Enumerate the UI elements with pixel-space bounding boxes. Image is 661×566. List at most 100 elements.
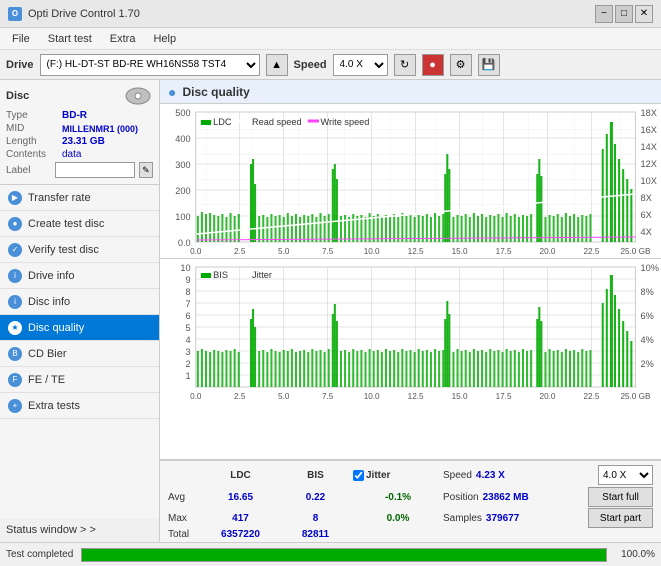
menu-help[interactable]: Help xyxy=(145,31,184,47)
svg-text:25.0 GB: 25.0 GB xyxy=(620,392,650,401)
speed-label: Speed xyxy=(294,59,327,71)
svg-text:15.0: 15.0 xyxy=(452,247,468,256)
menu-extra[interactable]: Extra xyxy=(102,31,144,47)
create-test-disc-icon: ● xyxy=(8,217,22,231)
svg-text:Jitter: Jitter xyxy=(252,270,272,280)
svg-text:10%: 10% xyxy=(641,263,659,273)
length-label: Length xyxy=(6,136,58,147)
label-input[interactable] xyxy=(55,162,135,178)
disc-quality-header-icon: ● xyxy=(168,84,176,100)
status-text: Test completed xyxy=(6,549,73,560)
disc-info-icon: i xyxy=(8,295,22,309)
svg-text:22.5: 22.5 xyxy=(584,392,600,401)
length-value: 23.31 GB xyxy=(62,136,105,147)
svg-text:22.5: 22.5 xyxy=(584,247,600,256)
sidebar-item-extra-tests[interactable]: + Extra tests xyxy=(0,393,159,419)
jitter-header: Jitter xyxy=(353,470,443,481)
bis-chart-svg: 10 9 8 7 6 5 4 3 2 1 10% 8% 6% 4% 2% xyxy=(160,259,661,404)
svg-text:8: 8 xyxy=(186,287,191,297)
sidebar-item-verify-test-disc[interactable]: ✓ Verify test disc xyxy=(0,237,159,263)
start-part-button[interactable]: Start part xyxy=(588,508,653,528)
svg-text:7.5: 7.5 xyxy=(322,392,334,401)
svg-text:2%: 2% xyxy=(641,359,654,369)
titlebar: O Opti Drive Control 1.70 − □ ✕ xyxy=(0,0,661,28)
sidebar-item-create-test-disc[interactable]: ● Create test disc xyxy=(0,211,159,237)
label-edit-button[interactable]: ✎ xyxy=(139,162,153,178)
save-button[interactable]: 💾 xyxy=(478,54,500,76)
svg-text:1: 1 xyxy=(186,371,191,381)
position-label: Position xyxy=(443,492,479,503)
content-title: Disc quality xyxy=(182,85,249,99)
fe-te-icon: F xyxy=(8,373,22,387)
max-jitter: 0.0% xyxy=(353,513,443,524)
verify-test-disc-icon: ✓ xyxy=(8,243,22,257)
drive-select[interactable]: (F:) HL-DT-ST BD-RE WH16NS58 TST4 xyxy=(40,54,260,76)
svg-text:12.5: 12.5 xyxy=(408,247,424,256)
ldc-col-header: LDC xyxy=(203,470,278,481)
svg-text:Read speed: Read speed xyxy=(252,117,302,127)
sidebar-item-transfer-rate[interactable]: ▶ Transfer rate xyxy=(0,185,159,211)
progress-bar-fill xyxy=(82,549,606,561)
disc-quality-icon: ★ xyxy=(8,321,22,335)
status-window-button[interactable]: Status window > > xyxy=(6,524,96,536)
disc-button[interactable]: ● xyxy=(422,54,444,76)
svg-text:10.0: 10.0 xyxy=(364,247,380,256)
close-button[interactable]: ✕ xyxy=(635,5,653,23)
svg-text:20.0: 20.0 xyxy=(540,392,556,401)
maximize-button[interactable]: □ xyxy=(615,5,633,23)
nav-label-cd-bier: CD Bier xyxy=(28,348,67,360)
disc-icon xyxy=(123,86,153,106)
label-label: Label xyxy=(6,165,51,176)
speed-select[interactable]: 4.0 X xyxy=(333,54,388,76)
disc-panel: Disc Type BD-R MID MILLENMR1 (000) Lengt… xyxy=(0,80,159,185)
titlebar-left: O Opti Drive Control 1.70 xyxy=(8,7,140,21)
settings-button[interactable]: ⚙ xyxy=(450,54,472,76)
window-controls: − □ ✕ xyxy=(595,5,653,23)
svg-text:14X: 14X xyxy=(641,142,657,152)
mid-value: MILLENMR1 (000) xyxy=(62,124,138,134)
menu-start-test[interactable]: Start test xyxy=(40,31,100,47)
samples-value: 379677 xyxy=(486,513,519,524)
nav-label-drive-info: Drive info xyxy=(28,270,74,282)
minimize-button[interactable]: − xyxy=(595,5,613,23)
main-layout: Disc Type BD-R MID MILLENMR1 (000) Lengt… xyxy=(0,80,661,542)
svg-text:18X: 18X xyxy=(641,108,657,118)
sidebar-spacer xyxy=(0,419,159,518)
progress-text: 100.0% xyxy=(615,549,655,560)
type-value: BD-R xyxy=(62,110,87,121)
mid-label: MID xyxy=(6,123,58,134)
sidebar-item-disc-quality[interactable]: ★ Disc quality xyxy=(0,315,159,341)
svg-text:3: 3 xyxy=(186,347,191,357)
refresh-button[interactable]: ↻ xyxy=(394,54,416,76)
speed-dropdown[interactable]: 4.0 X 1.0 X 2.0 X 8.0 X xyxy=(598,465,653,485)
nav-label-fe-te: FE / TE xyxy=(28,374,65,386)
svg-text:4X: 4X xyxy=(641,227,652,237)
svg-text:LDC: LDC xyxy=(213,117,232,127)
menu-file[interactable]: File xyxy=(4,31,38,47)
app-icon: O xyxy=(8,7,22,21)
stats-header-row: LDC BIS Jitter Speed 4.23 X 4.0 X 1.0 X … xyxy=(168,465,653,485)
stats-max-row: Max 417 8 0.0% Samples 379677 Start part xyxy=(168,508,653,528)
jitter-col-header: Jitter xyxy=(366,470,390,481)
nav-label-verify-test-disc: Verify test disc xyxy=(28,244,99,256)
sidebar-item-disc-info[interactable]: i Disc info xyxy=(0,289,159,315)
svg-text:2: 2 xyxy=(186,359,191,369)
bis-chart-container: 10 9 8 7 6 5 4 3 2 1 10% 8% 6% 4% 2% xyxy=(160,259,661,460)
total-label: Total xyxy=(168,529,203,540)
sidebar-item-drive-info[interactable]: i Drive info xyxy=(0,263,159,289)
svg-text:17.5: 17.5 xyxy=(496,247,512,256)
svg-text:300: 300 xyxy=(175,160,190,170)
sidebar-item-cd-bier[interactable]: B CD Bier xyxy=(0,341,159,367)
jitter-checkbox[interactable] xyxy=(353,470,364,481)
start-full-button[interactable]: Start full xyxy=(588,487,653,507)
disc-panel-title: Disc xyxy=(6,90,29,102)
nav-label-disc-info: Disc info xyxy=(28,296,70,308)
app-title: Opti Drive Control 1.70 xyxy=(28,8,140,20)
eject-button[interactable]: ▲ xyxy=(266,54,288,76)
svg-text:400: 400 xyxy=(175,134,190,144)
max-ldc: 417 xyxy=(203,513,278,524)
stats-panel: LDC BIS Jitter Speed 4.23 X 4.0 X 1.0 X … xyxy=(160,460,661,542)
position-row: Position 23862 MB xyxy=(443,492,588,503)
sidebar-item-fe-te[interactable]: F FE / TE xyxy=(0,367,159,393)
svg-text:5.0: 5.0 xyxy=(278,247,290,256)
